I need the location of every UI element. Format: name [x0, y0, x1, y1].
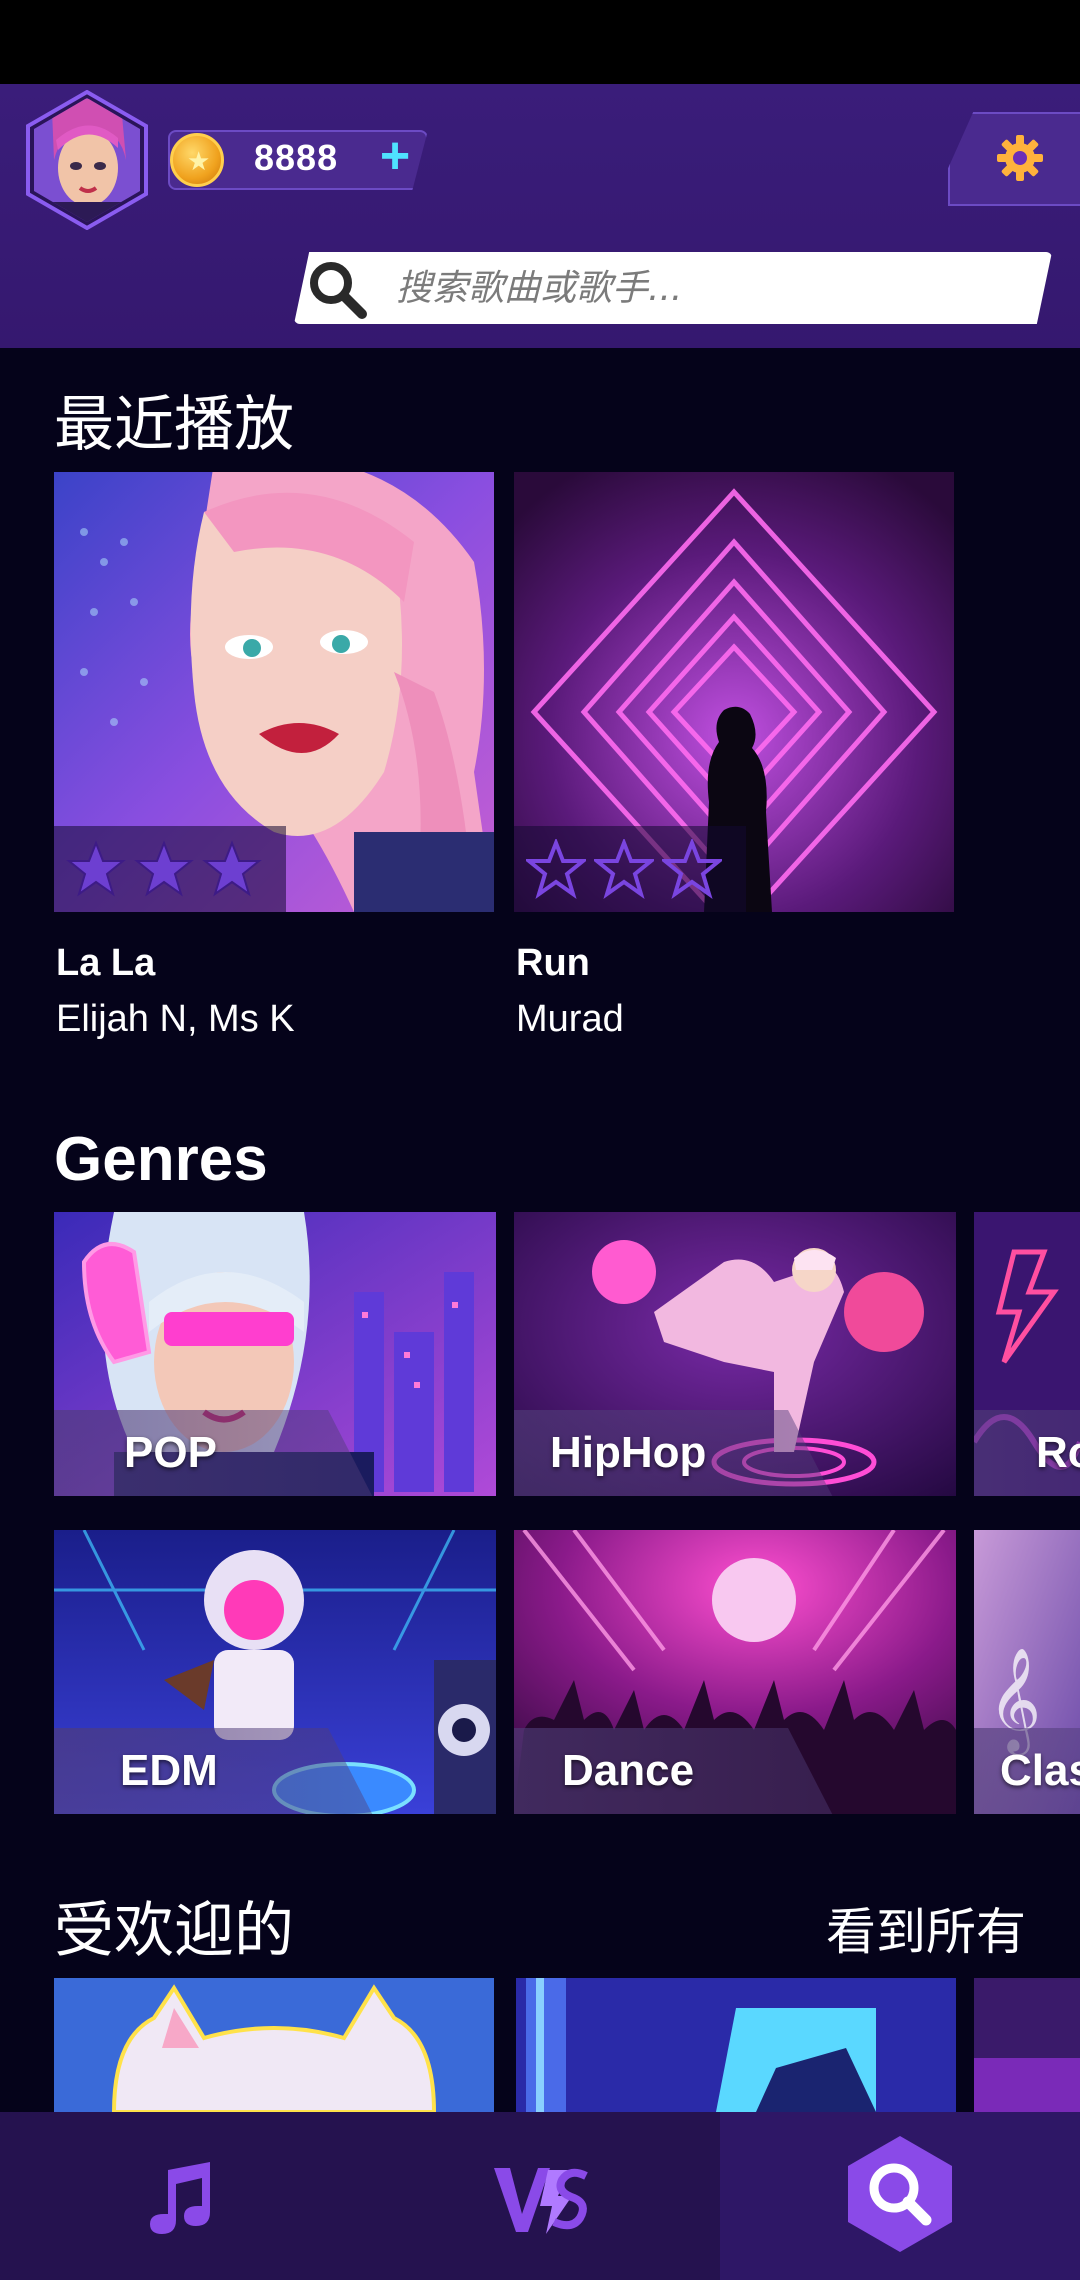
- song-title: Run: [516, 942, 590, 984]
- tab-search[interactable]: [720, 2112, 1080, 2280]
- star-outline-icon: [526, 839, 586, 899]
- see-all-link[interactable]: 看到所有: [826, 1892, 1026, 1964]
- genre-label: Clas: [1000, 1746, 1080, 1795]
- genre-label: POP: [124, 1428, 217, 1477]
- song-artist: Elijah N, Ms K: [56, 998, 295, 1040]
- genre-label: Ro: [1036, 1428, 1080, 1477]
- search-icon: [310, 262, 367, 319]
- popular-cover-cat: [54, 1978, 494, 2112]
- genre-label: EDM: [120, 1746, 218, 1795]
- popular-song-card[interactable]: [54, 1978, 494, 2112]
- tab-versus[interactable]: [360, 2112, 720, 2280]
- genre-card-pop[interactable]: POP: [54, 1212, 496, 1496]
- search-input[interactable]: [396, 256, 1016, 320]
- star-icon: [134, 840, 194, 897]
- genres-section-title: Genres: [54, 1125, 268, 1194]
- song-artist: Murad: [516, 998, 624, 1040]
- genre-card-rock[interactable]: Ro: [974, 1212, 1080, 1496]
- genre-card-classical[interactable]: 𝄞 Clas: [974, 1530, 1080, 1814]
- popular-cover-city: [516, 1978, 956, 2112]
- coin-count: 8888: [254, 137, 339, 178]
- popular-cover-partial: [974, 1978, 1080, 2112]
- add-coins-button[interactable]: +: [370, 130, 420, 186]
- recent-song-card-lala[interactable]: [54, 472, 494, 912]
- genre-label: HipHop: [550, 1428, 707, 1477]
- player-avatar[interactable]: [22, 89, 152, 231]
- coin-icon: ★: [170, 133, 224, 187]
- genre-label: Dance: [562, 1746, 695, 1795]
- genre-card-hiphop[interactable]: HipHop: [514, 1212, 956, 1496]
- recent-section-title: 最近播放: [54, 390, 294, 460]
- star-icon: [66, 840, 126, 897]
- star-outline-icon: [662, 839, 722, 899]
- search-icon: [848, 2136, 952, 2252]
- versus-icon: [494, 2168, 588, 2234]
- star-icon: [202, 840, 262, 897]
- gear-icon[interactable]: [995, 133, 1045, 183]
- status-bar: [0, 0, 1080, 84]
- popular-section-title: 受欢迎的: [54, 1896, 294, 1966]
- genre-card-edm[interactable]: EDM: [54, 1530, 496, 1814]
- song-title: La La: [56, 942, 156, 984]
- music-note-icon: [150, 2162, 210, 2234]
- star-rating: [514, 826, 746, 912]
- genre-card-dance[interactable]: Dance: [514, 1530, 956, 1814]
- star-rating: [54, 826, 286, 912]
- recent-song-card-run[interactable]: [514, 472, 954, 912]
- popular-song-card[interactable]: [974, 1978, 1080, 2112]
- popular-song-card[interactable]: [516, 1978, 956, 2112]
- star-outline-icon: [594, 839, 654, 899]
- tab-songs[interactable]: [0, 2112, 360, 2280]
